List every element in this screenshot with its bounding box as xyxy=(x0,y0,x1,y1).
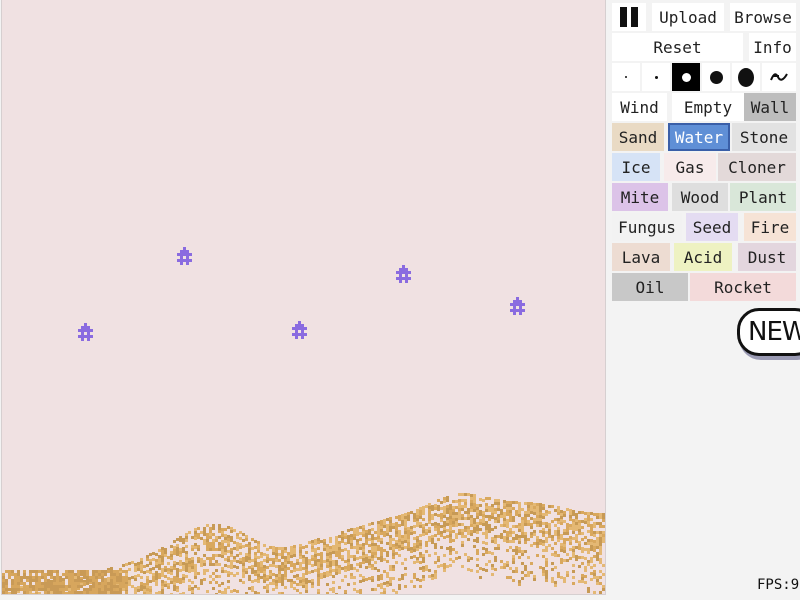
element-fire-button[interactable]: Fire xyxy=(744,213,796,241)
element-oil-button[interactable]: Oil xyxy=(612,273,688,301)
element-seed-button[interactable]: Seed xyxy=(686,213,738,241)
brush-size-5-button[interactable] xyxy=(732,63,760,91)
pause-icon xyxy=(620,7,638,27)
mite-particle xyxy=(177,247,192,265)
brush-size-3-button[interactable] xyxy=(672,63,700,91)
new-badge[interactable]: NEW xyxy=(737,308,800,356)
sand-layer xyxy=(2,493,605,594)
element-ice-button[interactable]: Ice xyxy=(612,153,660,181)
element-fungus-button[interactable]: Fungus xyxy=(612,213,682,241)
browse-button[interactable]: Browse xyxy=(730,3,796,31)
brush-dot-icon xyxy=(625,76,627,78)
mite-particle xyxy=(510,297,525,315)
brush-squiggle-button[interactable] xyxy=(762,63,796,91)
control-panel: Upload Browse Reset Info Wind Empty Wall Sa… xyxy=(610,0,800,600)
brush-dot-icon xyxy=(738,67,754,87)
element-sand-button[interactable]: Sand xyxy=(612,123,664,151)
element-plant-button[interactable]: Plant xyxy=(730,183,796,211)
element-stone-button[interactable]: Stone xyxy=(732,123,796,151)
element-dust-button[interactable]: Dust xyxy=(738,243,796,271)
fps-counter: FPS:9 xyxy=(757,577,800,593)
element-wind-button[interactable]: Wind xyxy=(612,93,667,121)
upload-button[interactable]: Upload xyxy=(652,3,724,31)
pause-button[interactable] xyxy=(612,3,646,31)
element-empty-button[interactable]: Empty xyxy=(672,93,744,121)
brush-dot-icon xyxy=(709,70,723,84)
element-cloner-button[interactable]: Cloner xyxy=(718,153,796,181)
brush-dot-icon xyxy=(654,75,658,79)
brush-dot-icon xyxy=(681,72,691,82)
brush-size-4-button[interactable] xyxy=(702,63,730,91)
element-water-button[interactable]: Water xyxy=(668,123,730,151)
element-gas-button[interactable]: Gas xyxy=(664,153,716,181)
brush-size-1-button[interactable] xyxy=(612,63,640,91)
info-button[interactable]: Info xyxy=(749,33,796,61)
simulation-canvas[interactable] xyxy=(2,0,605,594)
element-lava-button[interactable]: Lava xyxy=(612,243,670,271)
mite-particle xyxy=(292,321,307,339)
element-rocket-button[interactable]: Rocket xyxy=(690,273,796,301)
simulation-canvas-area[interactable] xyxy=(2,0,605,594)
mite-particle xyxy=(78,323,93,341)
element-wood-button[interactable]: Wood xyxy=(672,183,728,211)
squiggle-icon xyxy=(770,73,788,81)
brush-size-2-button[interactable] xyxy=(642,63,670,91)
element-wall-button[interactable]: Wall xyxy=(744,93,796,121)
reset-button[interactable]: Reset xyxy=(612,33,743,61)
element-mite-button[interactable]: Mite xyxy=(612,183,668,211)
sandspiel-app: Upload Browse Reset Info Wind Empty Wall Sa… xyxy=(0,0,800,600)
mite-particle xyxy=(396,265,411,283)
element-acid-button[interactable]: Acid xyxy=(674,243,732,271)
